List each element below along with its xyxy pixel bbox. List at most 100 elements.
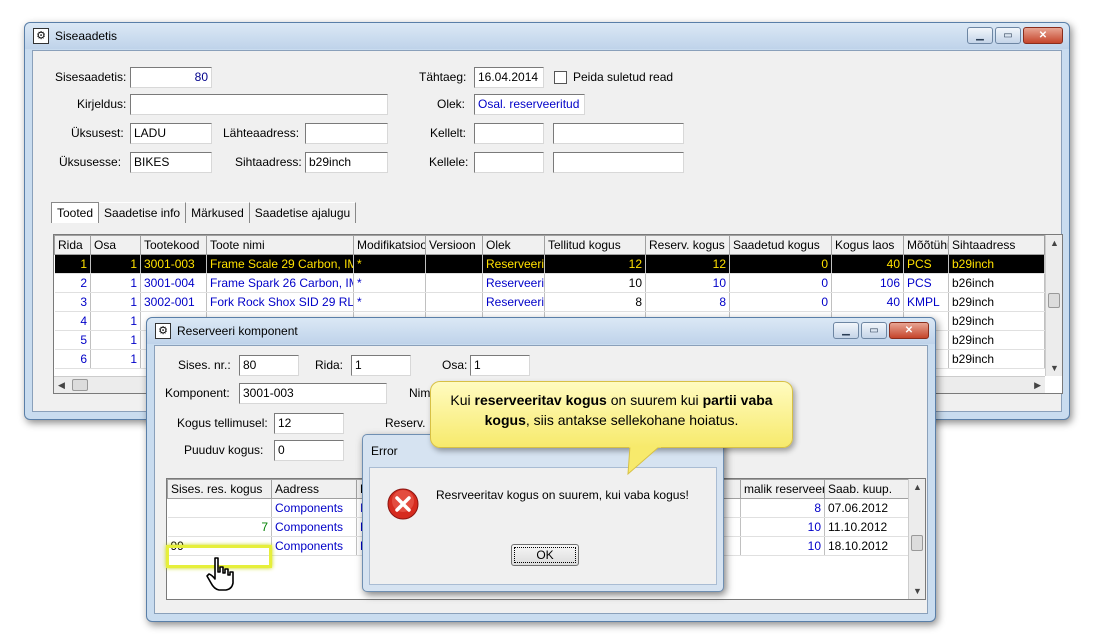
reserve-cell[interactable]: Components: [271, 517, 357, 537]
table-cell[interactable]: 1: [90, 330, 141, 350]
reserve-vscroll[interactable]: ▲ ▼: [908, 479, 925, 599]
table-cell[interactable]: 2: [54, 273, 91, 293]
tab-markused[interactable]: Märkused: [186, 202, 250, 223]
sisesaadetis-field[interactable]: 80: [130, 67, 212, 88]
reserve-close-icon[interactable]: ✕: [889, 322, 929, 339]
table-cell[interactable]: 1: [90, 311, 141, 331]
tab-saadetise-info[interactable]: Saadetise info: [99, 202, 187, 223]
reserve-scroll-down-icon[interactable]: ▼: [913, 586, 922, 596]
table-cell[interactable]: 1: [90, 349, 141, 369]
table-cell[interactable]: 106: [831, 273, 904, 293]
reserve-cell[interactable]: [167, 498, 272, 518]
col-modifikatsioon[interactable]: Modifikatsioon: [353, 235, 426, 255]
col-sihtaadress[interactable]: Sihtaadress: [948, 235, 1045, 255]
col-saab-kuup[interactable]: Saab. kuup.: [824, 479, 910, 499]
reserve-cell[interactable]: 10: [740, 517, 825, 537]
scroll-thumb[interactable]: [1048, 293, 1060, 308]
table-cell[interactable]: *: [353, 292, 426, 312]
kogus-tellimusel-field[interactable]: 12: [274, 413, 344, 434]
reserve-cell[interactable]: Components: [271, 536, 357, 556]
kellelt-field[interactable]: [474, 123, 544, 144]
main-titlebar[interactable]: ⚙ Siseaadetis ▁ ▭ ✕: [25, 23, 1069, 49]
scroll-up-icon[interactable]: ▲: [1050, 238, 1059, 248]
table-cell[interactable]: 8: [645, 292, 730, 312]
table-cell[interactable]: 1: [90, 273, 141, 293]
table-cell[interactable]: 40: [831, 254, 904, 274]
reserve-cell[interactable]: 7: [167, 517, 272, 537]
puuduv-kogus-field[interactable]: 0: [274, 440, 344, 461]
reserve-cell[interactable]: 18.10.2012: [824, 536, 910, 556]
close-icon[interactable]: ✕: [1023, 27, 1063, 44]
table-cell[interactable]: *: [353, 254, 426, 274]
table-cell[interactable]: *: [353, 273, 426, 293]
table-cell[interactable]: 1: [54, 254, 91, 274]
table-cell[interactable]: PCS: [903, 273, 949, 293]
table-cell[interactable]: 10: [544, 273, 646, 293]
tab-tooted[interactable]: Tooted: [51, 202, 100, 223]
kellele-name-field[interactable]: [553, 152, 684, 173]
table-cell[interactable]: 10: [645, 273, 730, 293]
col-toote-nimi[interactable]: Toote nimi: [206, 235, 354, 255]
peida-checkbox[interactable]: [554, 71, 567, 84]
lahteaadress-field[interactable]: [305, 123, 388, 144]
table-cell[interactable]: KMPL: [903, 292, 949, 312]
table-cell[interactable]: b29inch: [948, 349, 1045, 369]
minimize-icon[interactable]: ▁: [967, 27, 993, 44]
table-cell[interactable]: 3: [54, 292, 91, 312]
hscroll-thumb[interactable]: [72, 379, 88, 391]
col-voimalik-reserveerida[interactable]: malik reserveerid: [740, 479, 825, 499]
kellele-field[interactable]: [474, 152, 544, 173]
reserve-minimize-icon[interactable]: ▁: [833, 322, 859, 339]
reserve-titlebar[interactable]: ⚙ Reserveeri komponent ▁ ▭ ✕: [147, 318, 935, 344]
table-cell[interactable]: b29inch: [948, 311, 1045, 331]
reserve-cell[interactable]: 10: [740, 536, 825, 556]
col-mootuhik[interactable]: Mõõtühik: [903, 235, 949, 255]
col-osa[interactable]: Osa: [90, 235, 141, 255]
table-cell[interactable]: 3001-003: [140, 254, 207, 274]
kirjeldus-field[interactable]: [130, 94, 388, 115]
col-tellitud-kogus[interactable]: Tellitud kogus: [544, 235, 646, 255]
tahtaeg-field[interactable]: 16.04.2014: [474, 67, 544, 88]
reserve-cell[interactable]: 11.10.2012: [824, 517, 910, 537]
table-cell[interactable]: 12: [645, 254, 730, 274]
products-vscroll[interactable]: ▲ ▼: [1045, 235, 1062, 376]
sises-nr-field[interactable]: 80: [239, 355, 299, 376]
rida-field[interactable]: 1: [351, 355, 411, 376]
table-cell[interactable]: b29inch: [948, 330, 1045, 350]
col-reserv-kogus[interactable]: Reserv. kogus: [645, 235, 730, 255]
table-cell[interactable]: Frame Scale 29 Carbon, IMI: [206, 254, 354, 274]
table-cell[interactable]: b29inch: [948, 254, 1045, 274]
scroll-right-icon[interactable]: ▶: [1034, 380, 1041, 391]
tab-saadetise-ajalugu[interactable]: Saadetise ajalugu: [249, 202, 357, 223]
table-row[interactable]: 2 1 3001-004 Frame Spark 26 Carbon, IMI * Res…: [54, 273, 1045, 293]
col-saadetud-kogus[interactable]: Saadetud kogus: [729, 235, 832, 255]
table-cell[interactable]: 3001-004: [140, 273, 207, 293]
osa-field[interactable]: 1: [470, 355, 530, 376]
col-sises-res-kogus[interactable]: Sises. res. kogus: [167, 479, 272, 499]
table-cell[interactable]: b29inch: [948, 292, 1045, 312]
table-cell[interactable]: 5: [54, 330, 91, 350]
reserve-cell[interactable]: Components: [271, 498, 357, 518]
table-cell[interactable]: 12: [544, 254, 646, 274]
table-cell[interactable]: Reserveerit: [482, 292, 545, 312]
table-cell[interactable]: b26inch: [948, 273, 1045, 293]
uksusesse-field[interactable]: BIKES: [130, 152, 212, 173]
reserve-scroll-up-icon[interactable]: ▲: [913, 482, 922, 492]
table-cell[interactable]: Frame Spark 26 Carbon, IMI: [206, 273, 354, 293]
table-cell[interactable]: 8: [544, 292, 646, 312]
scroll-down-icon[interactable]: ▼: [1050, 363, 1059, 373]
scroll-left-icon[interactable]: ◀: [58, 380, 65, 391]
komponent-field[interactable]: 3001-003: [239, 383, 387, 404]
table-cell[interactable]: 4: [54, 311, 91, 331]
table-row[interactable]: 3 1 3002-001 Fork Rock Shox SID 29 RL * Reser…: [54, 292, 1045, 312]
kellelt-name-field[interactable]: [553, 123, 684, 144]
table-row[interactable]: 1 1 3001-003 Frame Scale 29 Carbon, IMI * Res…: [54, 254, 1045, 274]
col-olek[interactable]: Olek: [482, 235, 545, 255]
table-cell[interactable]: 0: [729, 273, 832, 293]
table-cell[interactable]: Reserveerit: [482, 273, 545, 293]
uksusest-field[interactable]: LADU: [130, 123, 212, 144]
table-cell[interactable]: 3002-001: [140, 292, 207, 312]
sihtaadress-field[interactable]: b29inch: [305, 152, 388, 173]
col-versioon[interactable]: Versioon: [425, 235, 483, 255]
reserve-scroll-thumb[interactable]: [911, 535, 923, 551]
